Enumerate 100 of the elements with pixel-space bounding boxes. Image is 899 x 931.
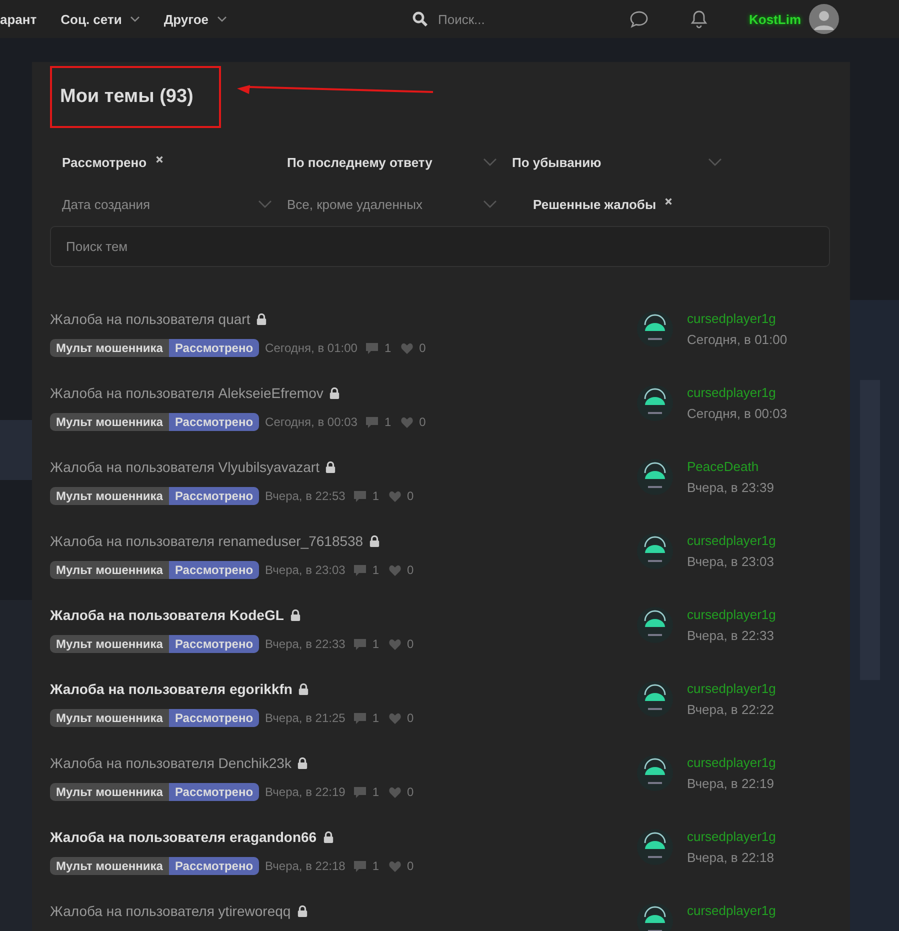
prefix-tag[interactable]: Мульт мошенника — [50, 487, 169, 505]
nav-menu-item[interactable]: Соц. сети — [60, 12, 140, 26]
chat-icon[interactable] — [629, 9, 649, 29]
prefix-tag[interactable]: Рассмотрено — [168, 561, 260, 579]
like-count: 0 — [407, 489, 414, 503]
avatar-icon[interactable] — [637, 903, 673, 931]
like-count: 0 — [407, 711, 414, 725]
last-reply-date: Сегодня, в 01:00 — [687, 332, 788, 347]
lock-icon — [297, 757, 308, 769]
heart-icon — [389, 490, 402, 502]
comment-icon — [354, 490, 366, 502]
sort-dropdown[interactable]: Дата создания — [62, 196, 272, 212]
username-link[interactable]: cursedplayer1g — [687, 903, 776, 918]
avatar-icon[interactable] — [809, 4, 839, 34]
prefix-tag[interactable]: Рассмотрено — [168, 857, 260, 875]
last-reply-date: Вчера, в 22:22 — [687, 702, 775, 717]
avatar-icon[interactable] — [637, 607, 673, 643]
username-link[interactable]: cursedplayer1g — [687, 311, 788, 326]
last-reply-date: Вчера, в 22:33 — [687, 628, 775, 643]
avatar-icon[interactable] — [637, 311, 673, 347]
nav-menu-item[interactable]: арант — [0, 12, 37, 26]
lock-icon — [256, 313, 268, 325]
prefix-tag[interactable]: Мульт мошенника — [50, 561, 169, 579]
avatar-icon[interactable] — [637, 385, 673, 421]
thread-title-link[interactable]: Жалоба на пользователя renameduser_7618538 — [50, 533, 364, 549]
filter-chip[interactable]: Рассмотрено — [62, 154, 164, 170]
last-reply-date: Вчера, в 23:39 — [687, 480, 774, 495]
lock-icon — [322, 831, 334, 843]
comment-icon — [366, 342, 378, 354]
heart-icon — [389, 860, 402, 872]
prefix-tag[interactable]: Мульт мошенника — [50, 783, 169, 801]
thread-date: Вчера, в 22:53 — [265, 489, 346, 503]
reply-count: 1 — [372, 859, 380, 873]
username-link[interactable]: PeaceDeath — [687, 459, 774, 474]
thread-title-link[interactable]: Жалоба на пользователя ytireworeqq — [50, 903, 291, 919]
username-link[interactable]: cursedplayer1g — [687, 755, 776, 770]
prefix-tag[interactable]: Рассмотрено — [168, 413, 260, 431]
thread-date: Вчера, в 22:33 — [265, 637, 346, 651]
username-link[interactable]: cursedplayer1g — [687, 681, 776, 696]
reply-count: 1 — [372, 785, 380, 799]
chevron-down-icon[interactable] — [216, 16, 227, 22]
avatar-icon[interactable] — [637, 459, 673, 495]
like-count: 0 — [407, 637, 414, 651]
avatar-icon[interactable] — [637, 755, 673, 791]
filter-chip[interactable]: Решенные жалобы — [533, 196, 674, 212]
page-title: Мои темы (93) — [60, 86, 194, 108]
avatar-icon[interactable] — [637, 829, 673, 865]
thread-date: Вчера, в 23:03 — [265, 563, 346, 577]
like-count: 0 — [407, 563, 414, 577]
reply-count: 1 — [384, 341, 392, 355]
username-link[interactable]: cursedplayer1g — [687, 607, 776, 622]
reply-count: 1 — [372, 563, 380, 577]
comment-icon — [366, 416, 378, 428]
chevron-down-icon[interactable] — [130, 16, 140, 22]
sort-dropdown[interactable]: По последнему ответу — [287, 154, 497, 170]
last-reply-date: Вчера, в 23:03 — [687, 554, 775, 569]
lock-icon — [296, 905, 308, 917]
like-count: 0 — [407, 785, 414, 799]
thread-date: Вчера, в 22:18 — [265, 859, 346, 873]
heart-icon — [401, 342, 414, 354]
like-count: 0 — [419, 341, 426, 355]
username-link[interactable]: KostLim — [749, 12, 801, 26]
close-icon[interactable] — [664, 196, 674, 206]
prefix-tag[interactable]: Рассмотрено — [168, 339, 260, 357]
lock-icon — [369, 535, 380, 547]
thread-title-link[interactable]: Жалоба на пользователя KodeGL — [50, 607, 284, 623]
close-icon[interactable] — [154, 154, 164, 164]
prefix-tag[interactable]: Мульт мошенника — [50, 709, 169, 727]
prefix-tag[interactable]: Мульт мошенника — [50, 635, 169, 653]
thread-title-link[interactable]: Жалоба на пользователя quart — [50, 311, 250, 327]
search-field[interactable]: Поиск тем — [50, 226, 830, 267]
last-reply-date: Вчера, в 22:19 — [687, 776, 775, 791]
nav-menu-item[interactable]: Другое — [164, 12, 227, 26]
prefix-tag[interactable]: Рассмотрено — [168, 635, 260, 653]
thread-title-link[interactable]: Жалоба на пользователя Vlyubilsyavazart — [50, 459, 320, 475]
prefix-tag[interactable]: Мульт мошенника — [50, 339, 169, 357]
search-icon[interactable] — [412, 11, 428, 27]
thread-title-link[interactable]: Жалоба на пользователя AlekseieEfremov — [50, 385, 324, 401]
last-reply-date: Сегодня, в 00:03 — [687, 406, 788, 421]
heart-icon — [389, 786, 402, 798]
sort-dropdown[interactable]: Все, кроме удаленных — [287, 196, 497, 212]
notification-bell-icon[interactable] — [689, 9, 709, 29]
username-link[interactable]: cursedplayer1g — [687, 533, 776, 548]
comment-icon — [354, 638, 366, 650]
search-field[interactable]: Поиск... — [436, 10, 600, 28]
sort-dropdown[interactable]: По убыванию — [512, 154, 722, 170]
thread-title-link[interactable]: Жалоба на пользователя eragandon66 — [50, 829, 317, 845]
prefix-tag[interactable]: Мульт мошенника — [50, 857, 169, 875]
avatar-icon[interactable] — [637, 681, 673, 717]
like-count: 0 — [407, 859, 414, 873]
username-link[interactable]: cursedplayer1g — [687, 829, 776, 844]
prefix-tag[interactable]: Рассмотрено — [168, 487, 260, 505]
prefix-tag[interactable]: Рассмотрено — [168, 709, 260, 727]
thread-title-link[interactable]: Жалоба на пользователя Denchik23k — [50, 755, 292, 771]
thread-title-link[interactable]: Жалоба на пользователя egorikkfn — [50, 681, 292, 697]
username-link[interactable]: cursedplayer1g — [687, 385, 788, 400]
prefix-tag[interactable]: Рассмотрено — [168, 783, 260, 801]
lock-icon — [325, 461, 336, 473]
avatar-icon[interactable] — [637, 533, 673, 569]
prefix-tag[interactable]: Мульт мошенника — [50, 413, 169, 431]
